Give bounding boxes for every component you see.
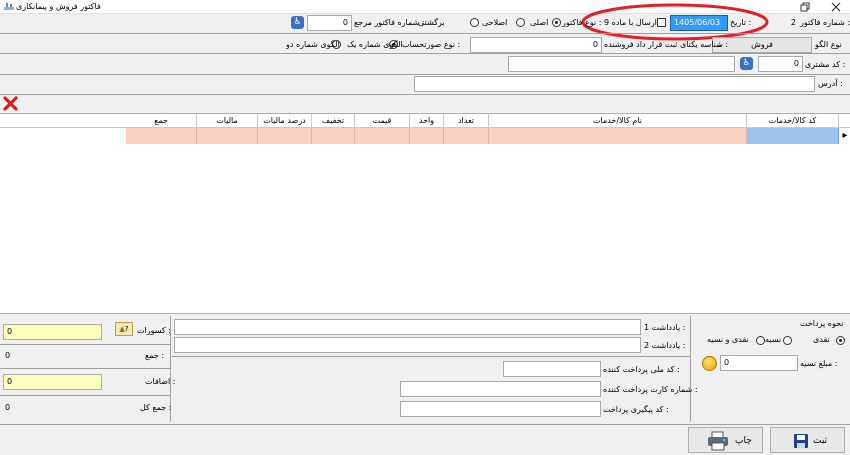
close-icon[interactable] xyxy=(830,1,842,13)
additions-label: اضافات : xyxy=(145,377,176,386)
account-type-label: نوع صورتحساب : xyxy=(402,40,461,49)
divider xyxy=(0,424,850,425)
delete-row-button[interactable] xyxy=(2,96,19,111)
payer-national-id-label: کد ملی پرداخت کننده : xyxy=(603,365,680,374)
tracking-code-label: کد پیگیری پرداخت : xyxy=(603,405,669,414)
radio-payment-credit[interactable] xyxy=(783,336,792,345)
col-header-price[interactable]: قیمت xyxy=(355,114,410,128)
invoice-type-main-label: اصلی xyxy=(530,18,549,27)
col-header-unit[interactable]: واحد xyxy=(410,114,444,128)
grid-cell-quantity[interactable] xyxy=(444,128,489,144)
payment-credit-label: نسیه xyxy=(765,335,782,344)
sum-label: جمع : xyxy=(145,351,165,360)
app-icon xyxy=(4,2,14,11)
note1-label: یادداشت 1 : xyxy=(644,323,686,332)
save-button-label: ثبت xyxy=(813,436,828,446)
divider xyxy=(0,395,170,396)
unique-id-label: شناسه یکتای ثبت قرار داد فروشنده : xyxy=(604,40,729,49)
customer-name-field[interactable] xyxy=(508,56,735,72)
grid-cell-tax[interactable] xyxy=(197,128,258,144)
note1-field[interactable] xyxy=(174,319,641,335)
tracking-code-field[interactable] xyxy=(400,401,601,417)
window-title: فاکتور فروش و پیمانکاری xyxy=(16,2,101,11)
credit-amount-field[interactable]: 0 xyxy=(720,355,798,371)
payer-national-id-field[interactable] xyxy=(503,361,601,377)
divider xyxy=(690,316,691,422)
grid-cell-total[interactable] xyxy=(126,128,197,144)
grid-cell-tax-percent[interactable] xyxy=(258,128,312,144)
note2-label: یادداشت 2 : xyxy=(644,341,686,350)
sum-value: 0 xyxy=(5,351,11,360)
divider xyxy=(0,33,850,34)
col-header-item-name[interactable]: نام کالا/خدمات xyxy=(489,114,747,128)
deductions-help-button[interactable]: ▲? xyxy=(115,322,133,336)
grid-cell-item-code[interactable] xyxy=(747,128,839,144)
radio-invoice-type-corrective[interactable] xyxy=(516,18,525,27)
grand-total-value: 0 xyxy=(5,403,11,412)
pattern-type-value: فروش xyxy=(751,40,773,49)
col-header-tax-percent[interactable]: درصد مالیات xyxy=(258,114,312,128)
payment-mixed-label: نقدی و نسیه xyxy=(707,335,749,344)
help-icon: ? xyxy=(124,325,129,333)
divider xyxy=(0,74,850,75)
radio-payment-cash[interactable] xyxy=(836,336,845,345)
grid-cell-item-name[interactable] xyxy=(489,128,747,144)
ref-invoice-label: شماره فاکتور مرجع : xyxy=(354,18,425,27)
grid-cell-unit[interactable] xyxy=(410,128,444,144)
invoice-type-corrective-label: اصلاحی xyxy=(482,18,508,27)
ref-invoice-lookup-icon[interactable]: ♿ xyxy=(291,16,304,29)
row-marker-icon: ▸ xyxy=(842,130,848,141)
divider xyxy=(0,53,850,54)
radio-payment-mixed[interactable] xyxy=(756,336,765,345)
delete-icon xyxy=(3,96,18,111)
note2-field[interactable] xyxy=(174,337,641,353)
col-header-total[interactable]: جمع xyxy=(126,114,197,128)
col-header-discount[interactable]: تخفیف xyxy=(312,114,355,128)
coin-icon[interactable] xyxy=(702,356,717,371)
radio-invoice-type-return[interactable] xyxy=(470,18,479,27)
print-button[interactable]: چاپ xyxy=(688,427,763,453)
col-header-tax[interactable]: مالیات xyxy=(197,114,258,128)
customer-code-field[interactable]: 0 xyxy=(758,56,803,72)
invoice-number-label: شماره فاکتور : xyxy=(800,18,850,27)
pattern-type-label: نوع الگو xyxy=(815,40,842,49)
payment-title: نحوه پرداخت xyxy=(800,319,844,328)
deductions-field[interactable]: 0 xyxy=(3,324,102,340)
save-button[interactable]: ثبت xyxy=(770,427,845,453)
payer-card-field[interactable] xyxy=(400,381,601,397)
printer-icon xyxy=(707,431,729,451)
divider xyxy=(0,344,170,345)
additions-field[interactable]: 0 xyxy=(3,374,102,390)
divider xyxy=(0,368,170,369)
account-type-one-label: الگوی شماره یک xyxy=(347,40,403,49)
col-header-item-code[interactable]: کد کالا/خدمات xyxy=(747,114,839,128)
save-icon xyxy=(793,433,809,449)
address-field[interactable] xyxy=(414,76,815,92)
radio-invoice-type-main[interactable] xyxy=(552,18,561,27)
grand-total-label: جمع کل : xyxy=(140,403,172,412)
customer-lookup-icon[interactable]: ♿ xyxy=(740,57,753,70)
grid-cell-discount[interactable] xyxy=(312,128,355,144)
invoice-type-label: نوع فاکتور : xyxy=(562,18,602,27)
ref-invoice-field[interactable]: 0 xyxy=(307,15,352,31)
divider xyxy=(172,356,690,357)
account-type-two-label: الگوی شماره دو xyxy=(286,40,340,49)
address-label: آدرس : xyxy=(818,79,843,88)
customer-code-label: کد مشتری : xyxy=(805,60,846,69)
grid-cell-price[interactable] xyxy=(355,128,410,144)
deductions-label: کسورات : xyxy=(137,326,171,335)
divider xyxy=(0,94,850,95)
annotation-ellipse xyxy=(581,3,769,41)
items-grid[interactable]: کد کالا/خدمات نام کالا/خدمات تعداد واحد … xyxy=(0,113,850,314)
credit-amount-label: مبلغ نسیه : xyxy=(800,359,838,368)
unique-id-field[interactable]: 0 xyxy=(470,37,602,53)
restore-icon[interactable] xyxy=(800,2,810,12)
payer-card-label: شماره کارت پرداخت کننده : xyxy=(603,385,698,394)
print-button-label: چاپ xyxy=(735,436,752,446)
col-header-quantity[interactable]: تعداد xyxy=(444,114,489,128)
payment-cash-label: نقدی xyxy=(813,335,830,344)
